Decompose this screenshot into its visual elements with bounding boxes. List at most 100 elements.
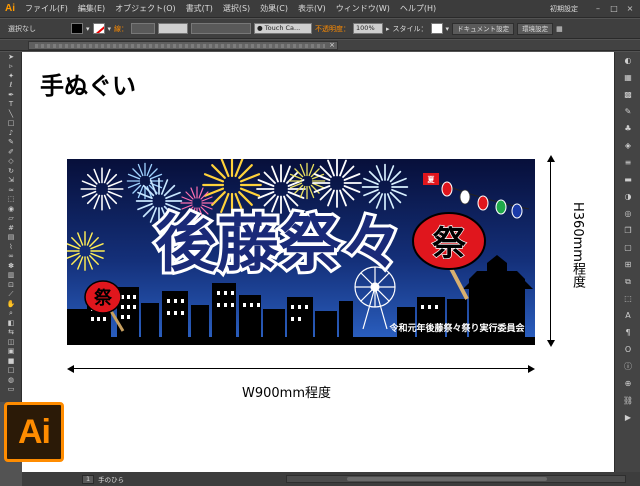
pen-icon[interactable]: ✒ (0, 90, 22, 100)
style-swatch[interactable] (430, 23, 443, 34)
artboard-number-field[interactable]: 1 (82, 474, 95, 484)
selection-icon[interactable]: ➤ (0, 52, 22, 62)
artboards-icon[interactable]: ▢ (615, 239, 640, 256)
brush-dropdown[interactable]: ● Touch Ca... (254, 23, 313, 34)
stroke-dropdown-icon[interactable]: ▾ (108, 25, 112, 33)
height-label: H360mm程度 (570, 202, 585, 288)
blob-brush-icon[interactable]: ✐ (0, 147, 22, 157)
stroke-icon[interactable]: □ (0, 366, 22, 376)
opentype-icon[interactable]: O (615, 341, 640, 358)
maximize-icon[interactable]: □ (608, 4, 620, 14)
menu-view[interactable]: 表示(V) (293, 3, 331, 14)
horizontal-scrollbar[interactable] (286, 475, 626, 483)
direct-select-icon[interactable]: ▹ (0, 62, 22, 72)
workspace-switcher[interactable]: 初期設定 (550, 4, 578, 14)
appearance-icon[interactable]: ◎ (615, 205, 640, 222)
swap-icon[interactable]: ⇆ (0, 328, 22, 338)
slice-icon[interactable]: ⟋ (0, 290, 22, 300)
opacity-dropdown-icon[interactable]: ▸ (386, 25, 390, 33)
banner-footer-text: 令和元年後藤祭々祭り実行委員会 (388, 322, 525, 334)
tenugui-banner[interactable]: 夏 祭 祭 後藤祭々 令和元年後藤祭々祭り実行委員会 (67, 159, 535, 345)
menu-type[interactable]: 書式(T) (181, 3, 218, 14)
paragraph-icon[interactable]: ¶ (615, 324, 640, 341)
close-icon[interactable]: × (624, 4, 636, 14)
stroke-swatch[interactable] (92, 23, 105, 34)
opacity-label[interactable]: 不透明度： (315, 24, 350, 34)
menu-file[interactable]: ファイル(F) (20, 3, 73, 14)
pathfinder-icon[interactable]: ⧉ (615, 273, 640, 290)
transform-icon[interactable]: ⬚ (615, 290, 640, 307)
color-guide-icon[interactable]: ▦ (615, 69, 640, 86)
zoom-icon[interactable]: ⌕ (0, 309, 22, 319)
close-tab-icon[interactable]: × (329, 41, 335, 49)
character-icon[interactable]: A (615, 307, 640, 324)
scale-icon[interactable]: ⇲ (0, 176, 22, 186)
fill-dropdown-icon[interactable]: ▾ (86, 25, 90, 33)
draw-mode-icon[interactable]: ◫ (0, 337, 22, 347)
menu-object[interactable]: オブジェクト(O) (110, 3, 181, 14)
width-label: W900mm程度 (242, 386, 331, 401)
transparency-icon[interactable]: ◑ (615, 188, 640, 205)
arrow-up-icon (547, 155, 555, 162)
brushes-icon[interactable]: ✎ (615, 103, 640, 120)
hand-icon[interactable]: ✋ (0, 299, 22, 309)
graph-icon[interactable]: ▥ (0, 271, 22, 281)
lasso-icon[interactable]: ℓ (0, 81, 22, 91)
artboard-icon[interactable]: ⊡ (0, 280, 22, 290)
eyedropper-icon[interactable]: ⌇ (0, 242, 22, 252)
color-icon[interactable]: ◐ (615, 52, 640, 69)
arrange-documents-icon[interactable]: ▦ (556, 25, 563, 33)
stroke-weight-field[interactable] (131, 23, 156, 34)
rectangle-icon[interactable]: □ (0, 119, 22, 129)
variable-width-dropdown[interactable] (191, 23, 252, 34)
links-icon[interactable]: ⛓ (615, 392, 640, 409)
fill-swatch[interactable] (71, 23, 83, 34)
document-settings-button[interactable]: ドキュメント設定 (452, 22, 515, 35)
document-tab[interactable]: × (28, 41, 338, 50)
line-icon[interactable]: ╲ (0, 109, 22, 119)
navigator-icon[interactable]: ⊕ (615, 375, 640, 392)
mesh-icon[interactable]: # (0, 223, 22, 233)
fill-icon[interactable]: ■ (0, 356, 22, 366)
preferences-button[interactable]: 環境設定 (517, 22, 554, 35)
symbol-sprayer-icon[interactable]: ✽ (0, 261, 22, 271)
blend-icon[interactable]: ∞ (0, 252, 22, 262)
menu-help[interactable]: ヘルプ(H) (395, 3, 441, 14)
menu-select[interactable]: 選択(S) (218, 3, 255, 14)
eraser-icon[interactable]: ◇ (0, 157, 22, 167)
actions-icon[interactable]: ▶ (615, 409, 640, 426)
menu-edit[interactable]: 編集(E) (73, 3, 110, 14)
drawing-modes-icon[interactable]: ◍ (0, 375, 22, 385)
style-dropdown-icon[interactable]: ▾ (446, 25, 450, 33)
shape-builder-icon[interactable]: ◉ (0, 204, 22, 214)
opacity-field[interactable]: 100% (353, 23, 384, 34)
width-icon[interactable]: ≈ (0, 185, 22, 195)
minimize-icon[interactable]: – (592, 4, 604, 14)
menu-window[interactable]: ウィンドウ(W) (331, 3, 395, 14)
swatches-icon[interactable]: ▩ (615, 86, 640, 103)
rotate-icon[interactable]: ↻ (0, 166, 22, 176)
info-icon[interactable]: ⓘ (615, 358, 640, 375)
magic-wand-icon[interactable]: ✦ (0, 71, 22, 81)
gradient-icon[interactable]: ▤ (0, 233, 22, 243)
paintbrush-icon[interactable]: ♪ (0, 128, 22, 138)
artboard-canvas[interactable]: 手ぬぐい 夏 祭 祭 後藤祭々 令和元年後藤祭々祭り実行委員会 W900mm程度… (22, 52, 614, 472)
gradient-panel-icon[interactable]: ▬ (615, 171, 640, 188)
free-transform-icon[interactable]: ⬚ (0, 195, 22, 205)
perspective-icon[interactable]: ▱ (0, 214, 22, 224)
graphic-styles-icon[interactable]: ◈ (615, 137, 640, 154)
menu-effect[interactable]: 効果(C) (255, 3, 293, 14)
stroke-panel-icon[interactable]: ≡ (615, 154, 640, 171)
type-icon[interactable]: T (0, 100, 22, 110)
symbols-icon[interactable]: ♣ (615, 120, 640, 137)
screen-mode-icon[interactable]: ▣ (0, 347, 22, 357)
fill-stroke-icon[interactable]: ◧ (0, 318, 22, 328)
document-tab-bar: × (0, 40, 640, 51)
layers-icon[interactable]: ❐ (615, 222, 640, 239)
align-icon[interactable]: ⊞ (615, 256, 640, 273)
stroke-label[interactable]: 線： (114, 24, 128, 34)
pencil-icon[interactable]: ✎ (0, 138, 22, 148)
stroke-weight-dropdown[interactable] (158, 23, 189, 34)
change-screen-icon[interactable]: ▭ (0, 385, 22, 395)
banner-title: 後藤祭々 (155, 207, 403, 280)
